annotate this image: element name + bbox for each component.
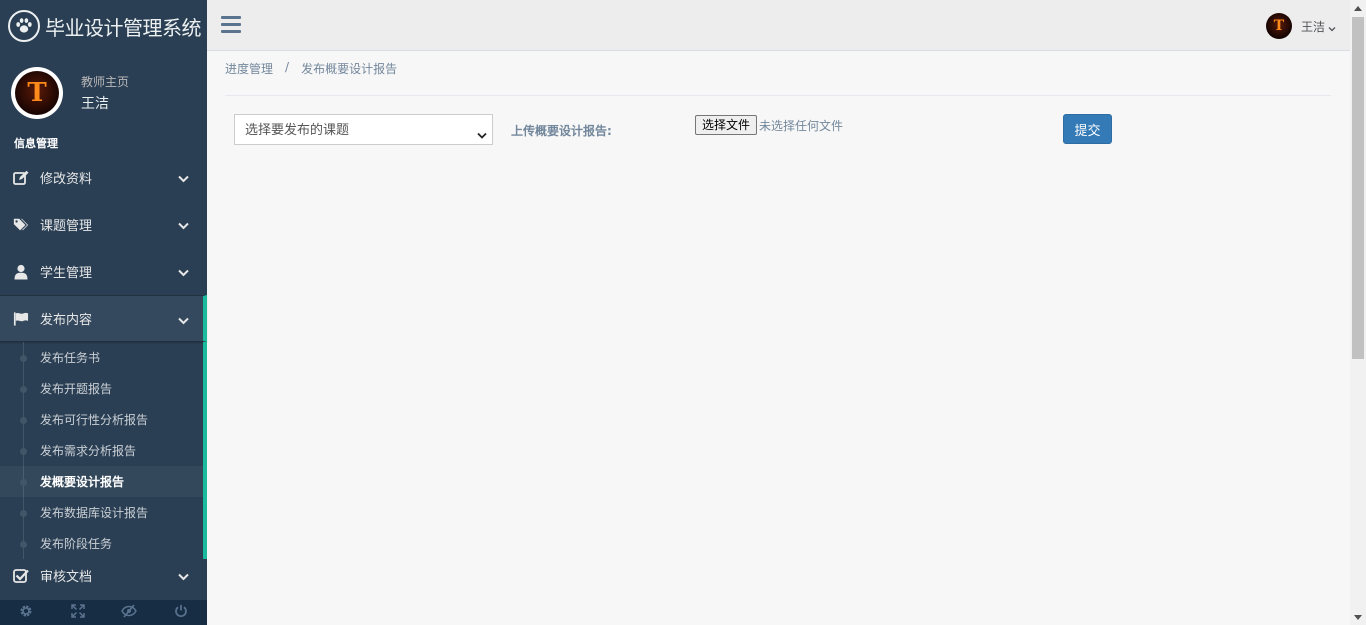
- brand[interactable]: 毕业设计管理系统: [0, 0, 207, 52]
- sidebar-item-review-documents[interactable]: 审核文档: [0, 559, 207, 592]
- choose-file-button[interactable]: 选择文件: [695, 115, 758, 135]
- upload-label: 上传概要设计报告:: [511, 124, 612, 138]
- chevron-down-icon: [178, 219, 189, 234]
- avatar: T: [1265, 13, 1292, 39]
- sidebar-item-label: 修改资料: [40, 172, 93, 187]
- flag-icon: [13, 311, 29, 327]
- sidebar: 毕业设计管理系统 T 教师主页 王洁 信息管理 修改资料 课题管理 学生管理 发…: [0, 0, 207, 625]
- sub-item-outline-design-report[interactable]: 发概要设计报告: [0, 466, 203, 497]
- power-icon: [174, 603, 188, 622]
- chevron-down-icon: [178, 266, 189, 281]
- user-icon: [13, 264, 29, 280]
- breadcrumb: 进度管理 / 发布概要设计报告: [225, 60, 397, 77]
- user-menu[interactable]: T 王洁: [1265, 13, 1336, 39]
- scroll-up-arrow-icon[interactable]: [1350, 0, 1366, 16]
- checkbox-icon: [13, 568, 29, 584]
- sidebar-footer: [0, 600, 207, 625]
- sub-item-proposal-report[interactable]: 发布开题报告: [0, 373, 203, 404]
- topic-select[interactable]: 选择要发布的课题: [235, 115, 492, 144]
- settings-button[interactable]: [0, 600, 52, 625]
- eye-slash-icon: [121, 603, 138, 622]
- lock-screen-button[interactable]: [104, 600, 156, 625]
- chevron-down-icon: [178, 570, 189, 585]
- tags-icon: [13, 217, 29, 233]
- avatar-letter: T: [15, 71, 59, 115]
- sidebar-item-label: 发布内容: [40, 313, 93, 328]
- breadcrumb-separator: /: [285, 60, 290, 74]
- edit-icon: [13, 170, 29, 186]
- chevron-down-icon: [178, 314, 189, 329]
- sidebar-item-label: 学生管理: [40, 266, 93, 281]
- settings-icon: [19, 603, 33, 622]
- sub-item-task-book[interactable]: 发布任务书: [0, 342, 203, 373]
- sidebar-item-student-management[interactable]: 学生管理: [0, 248, 207, 295]
- sub-item-database-design-report[interactable]: 发布数据库设计报告: [0, 497, 203, 528]
- sub-item-requirements-report[interactable]: 发布需求分析报告: [0, 435, 203, 466]
- section-title: 信息管理: [14, 137, 58, 150]
- profile-name: 王洁: [81, 96, 109, 112]
- file-status: 未选择任何文件: [759, 119, 844, 133]
- chevron-down-icon: [1328, 17, 1336, 36]
- breadcrumb-item-current: 发布概要设计报告: [301, 62, 398, 76]
- paw-icon: [8, 10, 40, 42]
- breadcrumb-item[interactable]: 进度管理: [225, 60, 273, 77]
- sidebar-item-publish-content[interactable]: 发布内容: [0, 295, 207, 342]
- submenu-publish-content: 发布任务书 发布开题报告 发布可行性分析报告 发布需求分析报告 发概要设计报告 …: [0, 342, 207, 559]
- top-navigation: T 王洁: [207, 0, 1350, 51]
- logout-button[interactable]: [155, 600, 207, 625]
- sub-item-feasibility-report[interactable]: 发布可行性分析报告: [0, 404, 203, 435]
- scrollbar-thumb[interactable]: [1352, 17, 1364, 359]
- user-name: 王洁: [1300, 19, 1325, 34]
- sub-item-stage-tasks[interactable]: 发布阶段任务: [0, 528, 203, 559]
- chevron-down-icon: [178, 172, 189, 187]
- sidebar-item-topic-management[interactable]: 课题管理: [0, 201, 207, 248]
- submit-button[interactable]: 提交: [1063, 114, 1112, 144]
- scroll-down-arrow-icon[interactable]: [1350, 609, 1366, 625]
- hamburger-icon: [221, 16, 241, 19]
- avatar: T: [11, 67, 63, 119]
- topic-select-wrapper: 选择要发布的课题: [234, 114, 493, 145]
- vertical-scrollbar[interactable]: [1350, 0, 1366, 625]
- menu-toggle-button[interactable]: [221, 16, 241, 34]
- sidebar-item-edit-profile[interactable]: 修改资料: [0, 154, 207, 201]
- divider: [225, 95, 1331, 96]
- main-content: 进度管理 / 发布概要设计报告 选择要发布的课题 上传概要设计报告: 选择文件 …: [207, 51, 1350, 625]
- profile-role: 教师主页: [81, 75, 130, 89]
- fullscreen-icon: [70, 603, 85, 622]
- sidebar-item-label: 课题管理: [40, 219, 93, 234]
- profile: T 教师主页 王洁: [0, 52, 207, 134]
- app-title: 毕业设计管理系统: [45, 15, 202, 40]
- fullscreen-button[interactable]: [52, 600, 104, 625]
- sidebar-item-label: 审核文档: [40, 570, 93, 585]
